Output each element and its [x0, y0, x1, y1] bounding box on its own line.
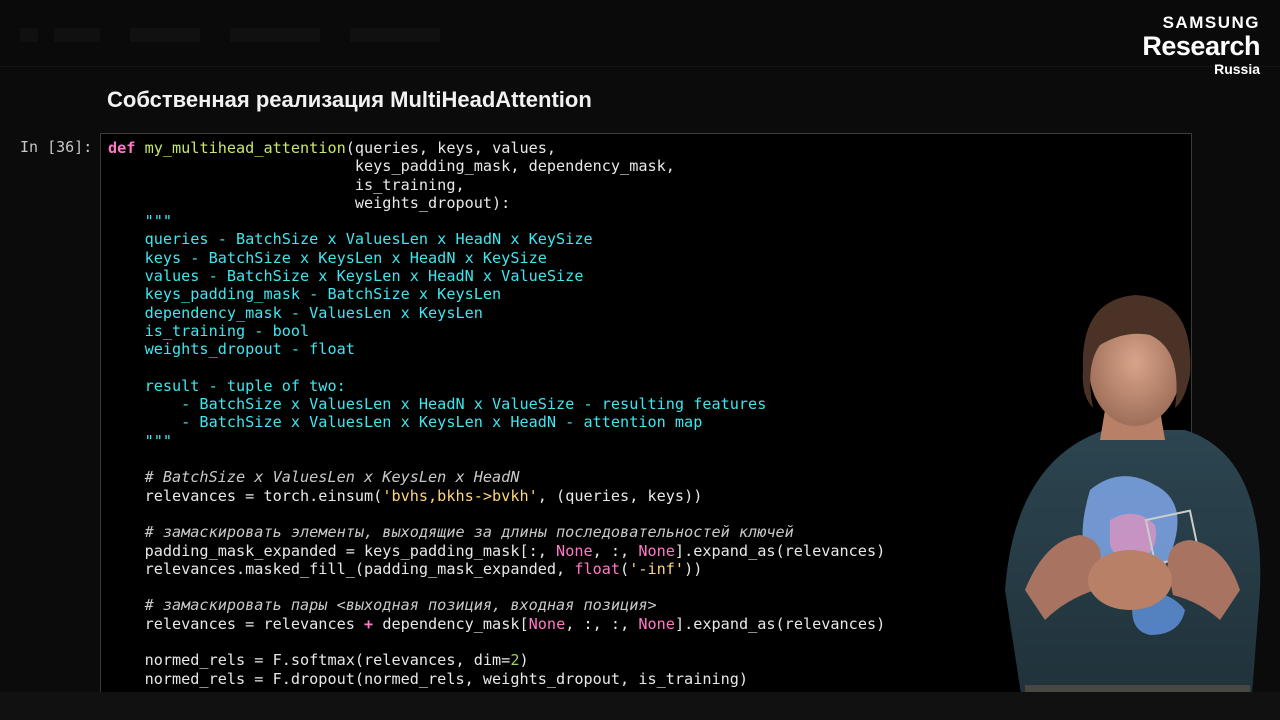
logo-line-1: SAMSUNG	[1162, 13, 1260, 32]
code-text: relevances = torch.einsum(	[108, 486, 383, 505]
code-line: keys_padding_mask, dependency_mask,	[108, 157, 675, 176]
code-text: ))	[684, 559, 703, 578]
none-constant: None	[638, 541, 675, 560]
none-constant: None	[528, 614, 566, 633]
string-literal: '-inf'	[629, 559, 685, 578]
code-text: padding_mask_expanded = keys_padding_mas…	[108, 541, 557, 560]
code-line: normed_rels = F.dropout(normed_rels, wei…	[108, 669, 749, 688]
notebook-toolbar	[0, 0, 1280, 67]
code-line: normed_rels = F.softmax(relevances, dim=…	[108, 651, 885, 669]
docstring-line	[108, 359, 885, 377]
docstring-line: """	[108, 212, 173, 231]
code-text: dependency_mask[	[373, 614, 529, 633]
bottom-bar	[0, 692, 1280, 720]
code-text: , (queries, keys))	[537, 486, 703, 505]
comment-line: # BatchSize x ValuesLen x KeysLen x Head…	[108, 468, 520, 487]
none-constant: None	[556, 541, 593, 560]
code-text: , :, :,	[565, 614, 639, 633]
cell-prompt: In [36]:	[20, 138, 93, 156]
samsung-research-logo: SAMSUNG Research Russia	[1142, 14, 1260, 76]
code-text: , :,	[592, 541, 639, 560]
function-name: my_multihead_attention	[144, 139, 346, 157]
docstring-line: queries - BatchSize x ValuesLen x HeadN …	[108, 230, 593, 249]
toolbar-ghost	[20, 28, 440, 42]
docstring-line: values - BatchSize x KeysLen x HeadN x V…	[108, 267, 584, 286]
code-line: padding_mask_expanded = keys_padding_mas…	[108, 541, 886, 560]
code-text: ].expand_as(relevances)	[674, 541, 886, 560]
code-text: relevances.masked_fill_(padding_mask_exp…	[108, 559, 575, 578]
comment-line: # замаскировать элементы, выходящие за д…	[108, 523, 794, 542]
code-line: relevances = relevances + dependency_mas…	[108, 614, 886, 633]
code-text: ].expand_as(relevances)	[674, 614, 886, 633]
code-line: is_training,	[108, 175, 465, 194]
presenter-figure	[1005, 295, 1261, 720]
code-text: normed_rels = F.softmax(relevances, dim=	[108, 651, 511, 670]
section-heading: Собственная реализация MultiHeadAttentio…	[107, 87, 592, 112]
code-line: relevances = torch.einsum('bvhs,bkhs->bv…	[108, 487, 885, 505]
logo-line-3: Russia	[1214, 61, 1260, 77]
code-line: relevances.masked_fill_(padding_mask_exp…	[108, 560, 885, 578]
builtin-float: float	[574, 559, 621, 578]
docstring-line: keys_padding_mask - BatchSize x KeysLen	[108, 285, 502, 304]
code-line: weights_dropout):	[108, 193, 511, 212]
logo-line-2: Research	[1142, 31, 1260, 61]
code-text: relevances = relevances	[108, 614, 365, 633]
code-text: )	[519, 651, 529, 670]
keyword-def: def	[108, 139, 136, 157]
docstring-line: is_training - bool	[108, 321, 310, 340]
comment-line: # замаскировать пары <выходная позиция, …	[108, 596, 657, 615]
docstring-line: - BatchSize x ValuesLen x KeysLen x Head…	[108, 413, 703, 432]
code-text: (queries, keys, values,	[345, 139, 557, 157]
operator-plus: +	[364, 614, 374, 633]
docstring-line: keys - BatchSize x KeysLen x HeadN x Key…	[108, 248, 547, 267]
docstring-line: dependency_mask - ValuesLen x KeysLen	[108, 303, 483, 322]
code-line: def my_multihead_attention(queries, keys…	[108, 139, 885, 157]
code-text: (	[620, 559, 630, 578]
docstring-line: """	[108, 431, 173, 450]
docstring-line: result - tuple of two:	[108, 376, 346, 395]
none-constant: None	[638, 614, 675, 633]
code-editor[interactable]: def my_multihead_attention(queries, keys…	[108, 139, 885, 688]
video-frame: SAMSUNG Research Russia Собственная реал…	[0, 0, 1280, 720]
string-literal: 'bvhs,bkhs->bvkh'	[382, 486, 538, 505]
docstring-line: weights_dropout - float	[108, 340, 355, 359]
docstring-line: - BatchSize x ValuesLen x HeadN x ValueS…	[108, 395, 767, 414]
